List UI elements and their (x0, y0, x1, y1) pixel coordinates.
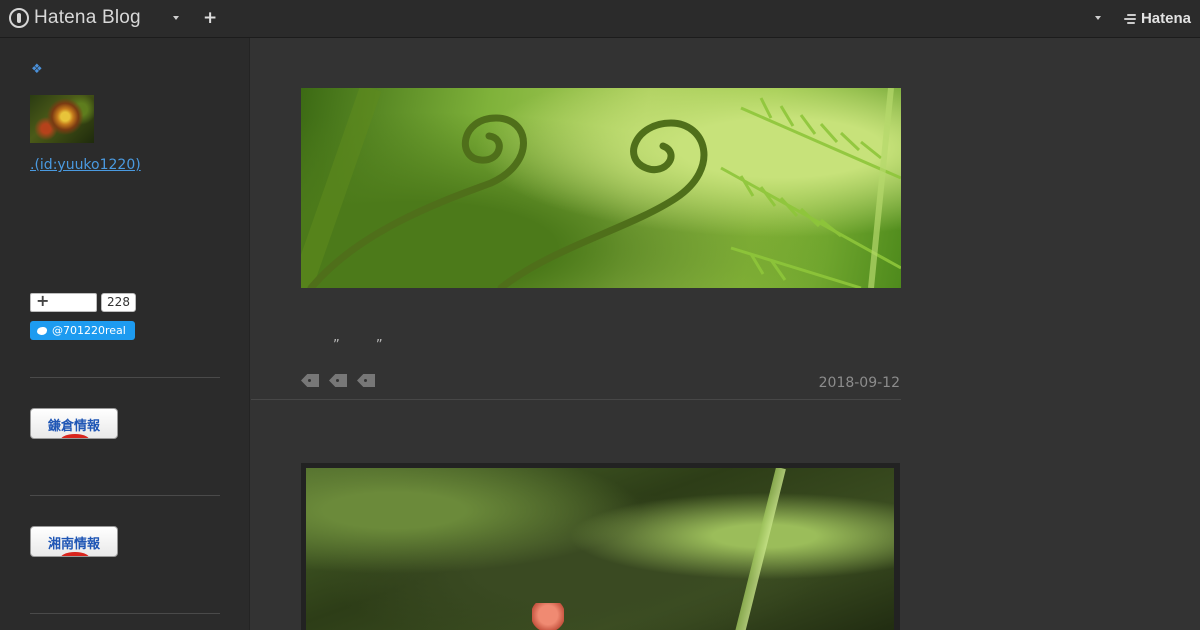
twitter-handle: @701220real (52, 324, 126, 337)
forest-photo (306, 468, 894, 630)
tag-icon[interactable] (301, 374, 319, 387)
post-tags (301, 374, 375, 387)
post-image[interactable] (301, 463, 900, 630)
hatena-logo-icon (1123, 13, 1137, 25)
twitter-follow-button[interactable]: @701220real (30, 321, 135, 340)
user-id-link[interactable]: .(id:yuuko1220) (30, 157, 141, 173)
tag-icon[interactable] (357, 374, 375, 387)
chevron-down-icon[interactable] (173, 16, 179, 20)
twitter-bird-icon (36, 326, 48, 336)
banner-label: 鎌倉情報 (47, 419, 100, 434)
plant-stem (735, 468, 786, 630)
post-excerpt: ” ” (333, 338, 399, 353)
sidebar: ❖ .(id:yuuko1220) + 228 @701220real 鎌倉情報… (0, 38, 250, 630)
plus-icon: + (36, 291, 50, 310)
tag-icon[interactable] (329, 374, 347, 387)
post-date[interactable]: 2018-09-12 (790, 375, 900, 391)
divider (30, 495, 220, 496)
hatena-bookmark-button[interactable]: + (30, 291, 97, 312)
kamakura-info-banner[interactable]: 鎌倉情報 (30, 408, 118, 439)
shonan-info-banner[interactable]: 湘南情報 (30, 526, 118, 557)
rising-sun-icon (60, 552, 90, 556)
rising-sun-icon (60, 434, 90, 438)
divider (30, 377, 220, 378)
chevron-down-icon[interactable] (1095, 16, 1101, 20)
hatena-brand-link[interactable]: Hatena (1123, 10, 1191, 27)
post-divider (251, 399, 901, 400)
red-flower (532, 603, 564, 630)
divider (30, 613, 220, 614)
app-name: Hatena Blog (34, 7, 141, 28)
hatena-blog-logo-icon (9, 8, 29, 28)
header-fern-image (301, 88, 901, 288)
avatar[interactable] (30, 95, 94, 143)
hatena-brand-text: Hatena (1140, 10, 1191, 27)
hatena-blog-logo[interactable]: Hatena Blog (9, 7, 141, 29)
fern-fiddlehead-illustration (301, 88, 901, 288)
banner-label: 湘南情報 (47, 537, 100, 552)
plus-icon[interactable]: + (203, 9, 217, 27)
diamond-icon: ❖ (31, 62, 43, 77)
top-navigation-bar: Hatena Blog + Hatena (0, 0, 1200, 38)
bookmark-count: 228 (101, 293, 136, 312)
